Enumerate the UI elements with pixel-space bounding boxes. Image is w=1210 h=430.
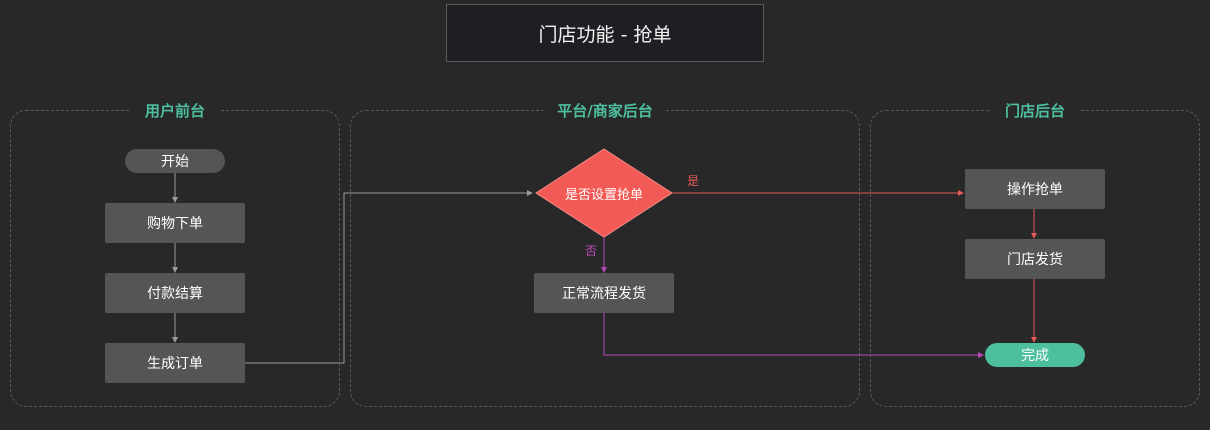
store-ship-node: 门店发货 [965,239,1105,279]
grab-order-node: 操作抢单 [965,169,1105,209]
shop-order-node: 购物下单 [105,203,245,243]
normal-ship-node: 正常流程发货 [534,273,674,313]
edge-create-to-decision [245,190,533,364]
done-node: 完成 [985,343,1085,367]
edge-normal-to-done [603,313,984,358]
edge-label-yes: 是 [687,174,700,188]
decision-label: 是否设置抢单 [564,187,643,203]
start-node: 开始 [125,149,225,173]
pay-node: 付款结算 [105,273,245,313]
edge-label-no: 否 [585,244,598,258]
create-order-node: 生成订单 [105,343,245,383]
